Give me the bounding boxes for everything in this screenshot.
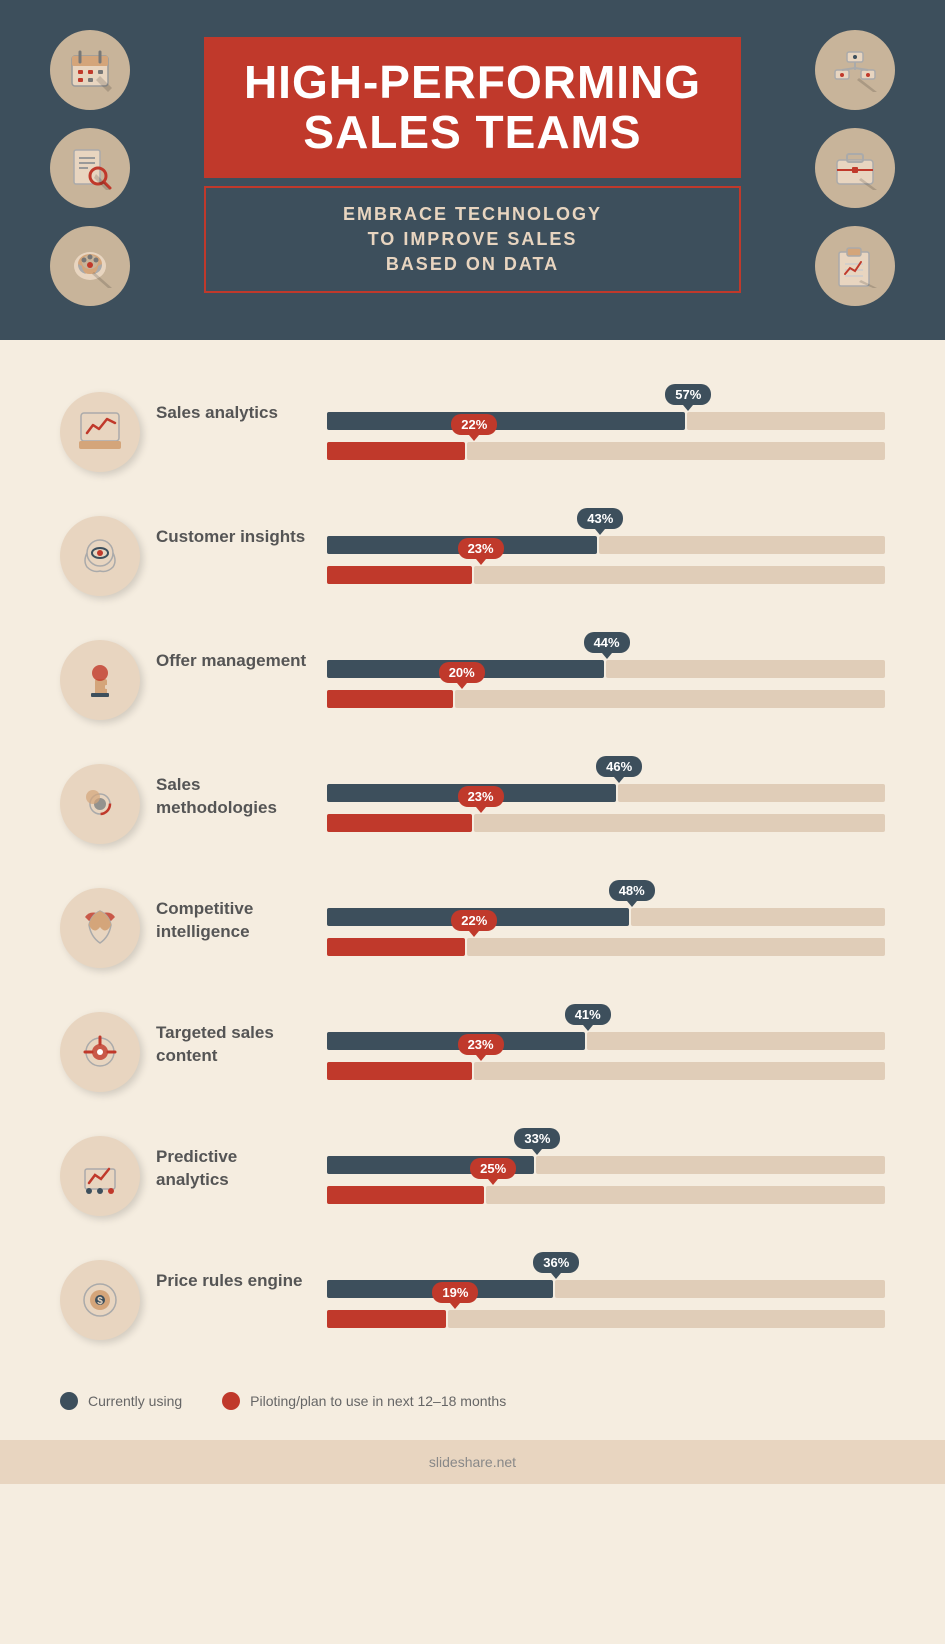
chart-bars-area: 48% 22%: [327, 876, 885, 956]
pilot-bar: [327, 1310, 446, 1328]
calendar-icon: [50, 30, 130, 110]
network-icon: [815, 30, 895, 110]
pilot-bar: [327, 442, 465, 460]
chart-row: Sales methodologies 46% 23%: [60, 752, 885, 844]
legend-pilot-dot: [222, 1392, 240, 1410]
current-bubble: 33%: [514, 1128, 560, 1149]
current-bubble: 36%: [533, 1252, 579, 1273]
chart-row-icon: $: [60, 1260, 140, 1340]
chart-row: Predictive analytics33%25%: [60, 1124, 885, 1216]
chart-row-icon: [60, 888, 140, 968]
current-bubble: 46%: [596, 756, 642, 777]
chart-bars-area: 57% 22%: [327, 380, 885, 460]
svg-text:$: $: [97, 1296, 103, 1307]
search-doc-icon: [50, 128, 130, 208]
pilot-bubble: 23%: [458, 538, 504, 559]
chart-bars-area: 33%25%: [327, 1124, 885, 1204]
pilot-bubble: 22%: [451, 414, 497, 435]
chart-row-label: Customer insights: [156, 504, 311, 549]
current-bar: [327, 412, 685, 430]
chart-row-label: Sales analytics: [156, 380, 311, 425]
chart-row-label: Offer management: [156, 628, 311, 673]
subtitle-box: EMBRACE TECHNOLOGYTO IMPROVE SALESBASED …: [204, 186, 741, 294]
chart-bars-area: 36% 19%: [327, 1248, 885, 1328]
pilot-bar: [327, 1062, 472, 1080]
current-bubble: 48%: [609, 880, 655, 901]
title-line1: HIGH-PERFORMING: [244, 57, 701, 108]
chart-row: $ Price rules engine 36% 19%: [60, 1248, 885, 1340]
legend-current: Currently using: [60, 1392, 182, 1410]
pilot-bubble: 23%: [458, 1034, 504, 1055]
pilot-bar: [327, 1186, 484, 1204]
chart-row-label: Predictive analytics: [156, 1124, 311, 1192]
current-bar: [327, 1032, 585, 1050]
chart-row-icon: [60, 640, 140, 720]
header-icons-left: [50, 30, 130, 306]
header-section: HIGH-PERFORMING SALES TEAMS EMBRACE TECH…: [0, 0, 945, 340]
title-area: HIGH-PERFORMING SALES TEAMS EMBRACE TECH…: [204, 37, 741, 294]
chart-row-icon: [60, 1012, 140, 1092]
chart-row-label: Sales methodologies: [156, 752, 311, 820]
legend-pilot-label: Piloting/plan to use in next 12–18 month…: [250, 1393, 506, 1409]
phone-icon: [50, 226, 130, 306]
title-box: HIGH-PERFORMING SALES TEAMS: [204, 37, 741, 178]
pilot-bar: [327, 566, 472, 584]
current-bubble: 44%: [584, 632, 630, 653]
main-content: Sales analytics 57% 22% Customer insights 43…: [0, 340, 945, 1440]
current-bubble: 57%: [665, 384, 711, 405]
pilot-bubble: 23%: [458, 786, 504, 807]
chart-row: Competitive intelligence 48% 22%: [60, 876, 885, 968]
legend-pilot: Piloting/plan to use in next 12–18 month…: [222, 1392, 506, 1410]
chart-row: Customer insights 43% 23%: [60, 504, 885, 596]
pilot-bar: [327, 814, 472, 832]
chart-bars-area: 41% 23%: [327, 1000, 885, 1080]
chart-row: Targeted sales content 41% 23%: [60, 1000, 885, 1092]
chart-bars-area: 46% 23%: [327, 752, 885, 832]
pilot-bubble: 20%: [439, 662, 485, 683]
chart-row: Sales analytics 57% 22%: [60, 380, 885, 472]
footer: slideshare.net: [0, 1440, 945, 1484]
legend-current-label: Currently using: [88, 1393, 182, 1409]
legend-current-dot: [60, 1392, 78, 1410]
chart-row-icon: [60, 392, 140, 472]
current-bubble: 41%: [565, 1004, 611, 1025]
subtitle: EMBRACE TECHNOLOGYTO IMPROVE SALESBASED …: [236, 202, 709, 278]
header-icons-right: [815, 30, 895, 306]
chart-row-icon: [60, 1136, 140, 1216]
pilot-bar: [327, 690, 453, 708]
current-bubble: 43%: [577, 508, 623, 529]
chart-row-label: Price rules engine: [156, 1248, 311, 1293]
chart-row-icon: [60, 764, 140, 844]
chart-bars-area: 43% 23%: [327, 504, 885, 584]
pilot-bubble: 22%: [451, 910, 497, 931]
footer-source: slideshare.net: [429, 1454, 516, 1470]
chart-row-label: Competitive intelligence: [156, 876, 311, 944]
pilot-bar: [327, 938, 465, 956]
legend: Currently using Piloting/plan to use in …: [60, 1372, 885, 1410]
chart-row-label: Targeted sales content: [156, 1000, 311, 1068]
pilot-bubble: 25%: [470, 1158, 516, 1179]
chart-clipboard-icon: [815, 226, 895, 306]
chart-bars-area: 44% 20%: [327, 628, 885, 708]
chart-row-icon: [60, 516, 140, 596]
chart-row: Offer management 44% 20%: [60, 628, 885, 720]
title-line2: SALES TEAMS: [244, 107, 701, 158]
briefcase-icon: [815, 128, 895, 208]
pilot-bubble: 19%: [432, 1282, 478, 1303]
chart-container: Sales analytics 57% 22% Customer insights 43…: [60, 380, 885, 1340]
